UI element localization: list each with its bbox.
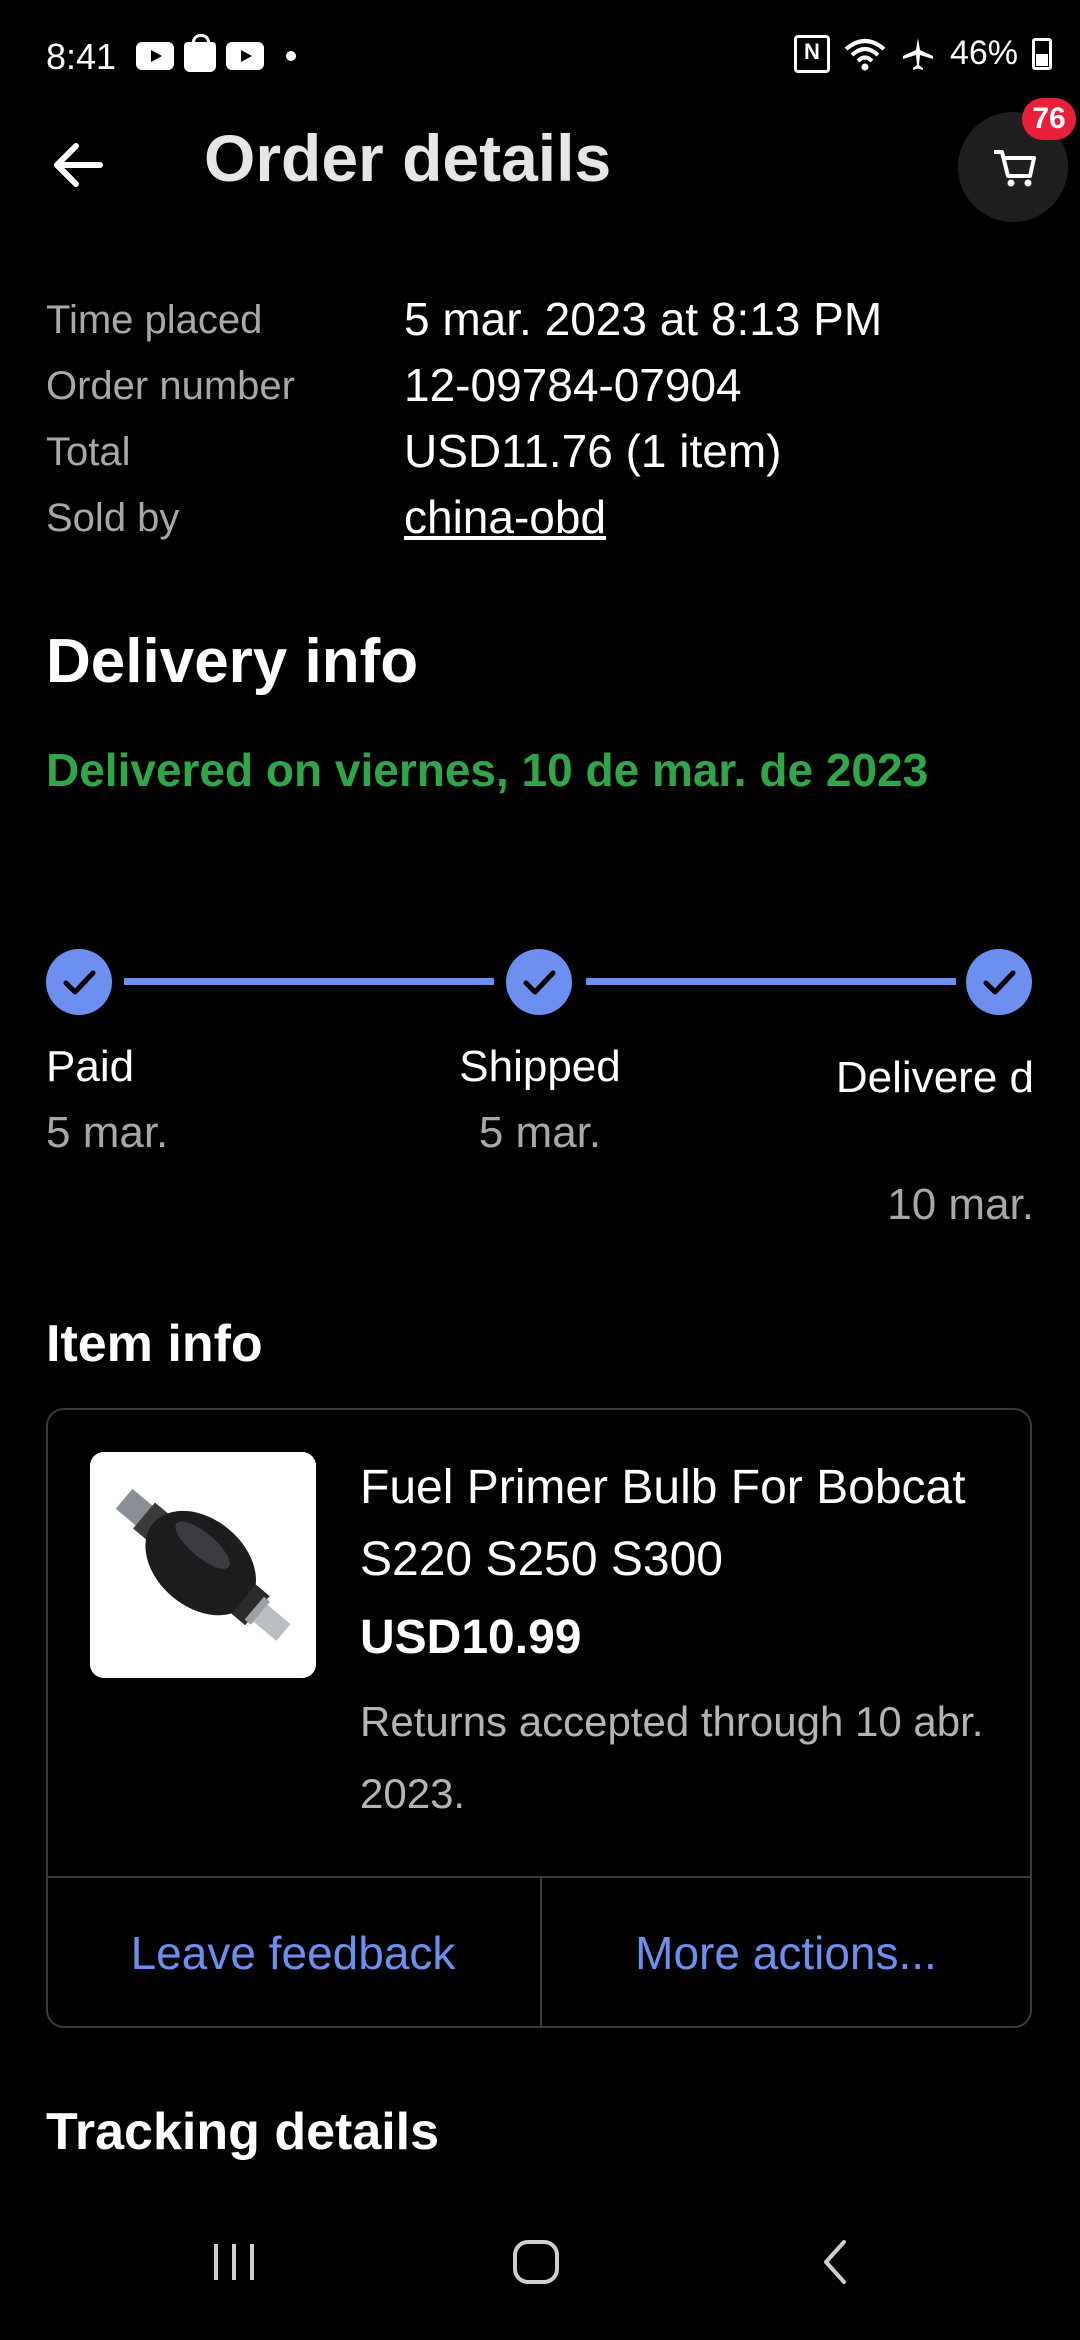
total-label: Total <box>46 430 131 474</box>
nav-back-button[interactable] <box>808 2230 864 2299</box>
step-paid-check-icon <box>46 949 112 1015</box>
youtube-icon <box>136 42 174 70</box>
card-divider <box>48 1876 1030 1878</box>
tracking-details-heading: Tracking details <box>46 2103 440 2161</box>
step-shipped-label: Shipped <box>459 1042 621 1091</box>
airplane-icon <box>902 37 933 70</box>
battery-percent: 46% <box>949 34 1018 72</box>
nfc-icon: N <box>793 34 830 73</box>
youtube-icon <box>226 42 264 70</box>
notification-icons <box>136 34 296 72</box>
progress-line-1 <box>124 978 494 985</box>
more-actions-button[interactable]: More actions... <box>542 1884 1030 2022</box>
wifi-icon <box>844 38 886 70</box>
home-button[interactable] <box>504 2230 568 2299</box>
seller-link[interactable]: china-obd <box>404 490 606 544</box>
system-icons: N 46% <box>793 34 1052 73</box>
recents-button[interactable] <box>206 2230 262 2299</box>
step-delivered-date: 10 mar. <box>887 1180 1034 1229</box>
recents-icon <box>214 2244 254 2280</box>
status-bar: 8:41 N 46% <box>0 0 1080 110</box>
battery-icon <box>1032 37 1052 70</box>
step-delivered-label: Delivere d <box>835 1053 1034 1102</box>
bag-icon <box>184 34 216 72</box>
progress-line-2 <box>586 978 956 985</box>
item-thumbnail[interactable] <box>90 1452 316 1678</box>
step-delivered-check-icon <box>966 949 1032 1015</box>
dot-icon <box>286 51 296 61</box>
step-shipped-date: 5 mar. <box>478 1108 602 1157</box>
sold-by-label: Sold by <box>46 496 180 540</box>
order-number-label: Order number <box>46 364 295 408</box>
delivery-status: Delivered on viernes, 10 de mar. de 2023 <box>46 744 929 796</box>
cart-count-badge: 76 <box>1022 98 1076 140</box>
time-placed-value: 5 mar. 2023 at 8:13 PM <box>404 293 883 345</box>
arrow-left-icon <box>54 143 103 187</box>
primer-bulb-image <box>90 1452 316 1678</box>
returns-info: Returns accepted through 10 abr. 2023. <box>360 1698 984 1817</box>
total-value: USD11.76 (1 item) <box>404 425 782 477</box>
item-info-heading: Item info <box>46 1315 263 1373</box>
leave-feedback-button[interactable]: Leave feedback <box>48 1884 538 2022</box>
step-paid-date: 5 mar. <box>46 1108 169 1157</box>
back-button[interactable] <box>44 130 114 200</box>
step-shipped-check-icon <box>506 949 572 1015</box>
step-paid-label: Paid <box>46 1042 135 1091</box>
back-icon <box>824 2240 846 2284</box>
delivery-info-heading: Delivery info <box>46 627 419 696</box>
item-price: USD10.99 <box>360 1611 582 1664</box>
item-title-link[interactable]: Fuel Primer Bulb For Bobcat S220 S250 S3… <box>360 1452 1000 1596</box>
status-time: 8:41 <box>46 36 117 77</box>
home-icon <box>513 2240 559 2284</box>
time-placed-label: Time placed <box>46 298 263 342</box>
page-title: Order details <box>204 121 612 195</box>
order-number-value: 12-09784-07904 <box>404 359 742 411</box>
